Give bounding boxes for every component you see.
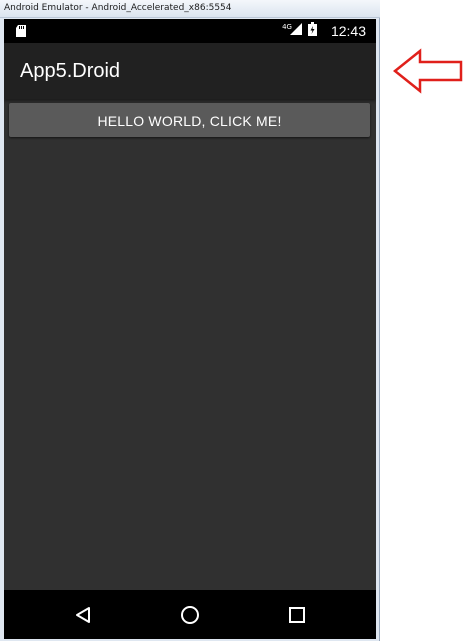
status-clock: 12:43 bbox=[330, 23, 366, 39]
home-icon[interactable] bbox=[175, 600, 205, 630]
hello-world-button[interactable]: HELLO WORLD, CLICK ME! bbox=[9, 103, 370, 137]
status-right-group: 4G 12:43 bbox=[282, 19, 366, 43]
network-type-label: 4G bbox=[282, 23, 292, 31]
device-screen: 4G 12:43 App5.Droid HELLO WORLD, CLICK M… bbox=[4, 19, 376, 639]
sd-card-icon bbox=[14, 24, 28, 38]
battery-icon bbox=[307, 21, 317, 41]
recent-apps-icon[interactable] bbox=[282, 600, 312, 630]
status-bar: 4G 12:43 bbox=[4, 19, 376, 43]
action-bar: App5.Droid bbox=[4, 43, 376, 99]
main-content: HELLO WORLD, CLICK ME! bbox=[4, 99, 376, 590]
app-title: App5.Droid bbox=[20, 60, 121, 82]
window-title: Android Emulator - Android_Accelerated_x… bbox=[0, 0, 380, 18]
left-arrow-outline-icon bbox=[392, 48, 463, 94]
back-icon[interactable] bbox=[68, 600, 98, 630]
navigation-bar bbox=[4, 590, 376, 639]
emulator-window: Android Emulator - Android_Accelerated_x… bbox=[0, 0, 380, 641]
